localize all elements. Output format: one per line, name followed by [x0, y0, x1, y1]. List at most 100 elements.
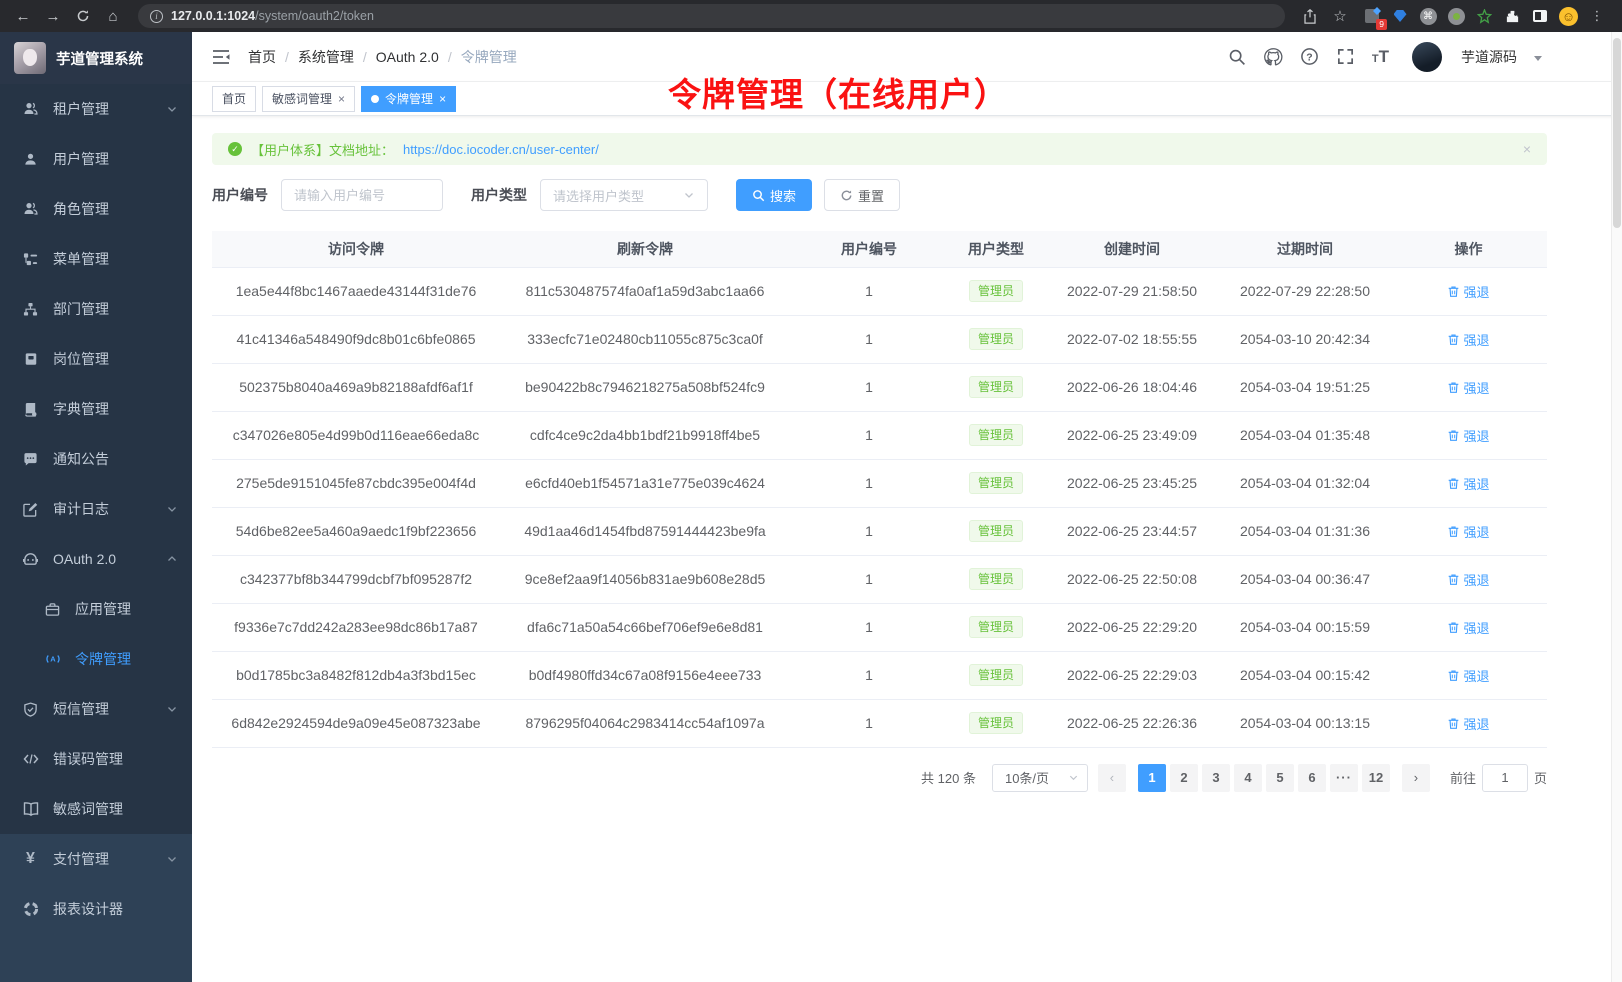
cell-expires: 2054-03-04 01:32:04: [1220, 459, 1390, 507]
force-logout-button[interactable]: 强退: [1447, 474, 1489, 493]
close-icon[interactable]: ×: [338, 92, 345, 106]
extension-record-icon[interactable]: [1447, 7, 1465, 25]
side-panel-icon[interactable]: [1531, 7, 1549, 25]
force-logout-button[interactable]: 强退: [1447, 330, 1489, 349]
force-logout-button[interactable]: 强退: [1447, 618, 1489, 637]
extensions-puzzle-icon[interactable]: [1503, 7, 1521, 25]
breadcrumb-system[interactable]: 系统管理: [298, 47, 354, 67]
pager-page-1[interactable]: 1: [1138, 764, 1166, 792]
bookmark-star-icon[interactable]: ☆: [1327, 4, 1353, 28]
tab-token[interactable]: 令牌管理 ×: [361, 86, 456, 112]
close-icon[interactable]: ×: [439, 92, 446, 106]
browser-profile-avatar[interactable]: ☺: [1559, 7, 1578, 26]
browser-back-icon[interactable]: ←: [10, 4, 36, 28]
force-logout-button[interactable]: 强退: [1447, 426, 1489, 445]
sidebar-item-oauth[interactable]: OAuth 2.0: [0, 534, 192, 584]
sidebar-item-sensitive[interactable]: 敏感词管理: [0, 784, 192, 834]
username[interactable]: 芋道源码: [1461, 47, 1517, 67]
sidebar-item-menu[interactable]: 菜单管理: [0, 234, 192, 284]
breadcrumb-oauth[interactable]: OAuth 2.0: [376, 49, 439, 65]
pager-page-2[interactable]: 2: [1170, 764, 1198, 792]
sidebar-item-dict[interactable]: 字典管理: [0, 384, 192, 434]
extension-star-icon[interactable]: [1475, 7, 1493, 25]
search-button[interactable]: 搜索: [736, 179, 812, 211]
font-size-icon[interactable]: TT: [1372, 47, 1389, 67]
pager-prev[interactable]: ‹: [1098, 764, 1126, 792]
cell-actions: 强退: [1390, 411, 1547, 459]
sidebar: 芋道管理系统 租户管理 用户管理 角色管理 菜单管理 部门管理: [0, 32, 192, 982]
cell-user-id: 1: [790, 411, 948, 459]
sidebar-item-dept[interactable]: 部门管理: [0, 284, 192, 334]
sidebar-item-sms[interactable]: 短信管理: [0, 684, 192, 734]
help-icon[interactable]: ?: [1300, 47, 1319, 66]
address-bar[interactable]: i 127.0.0.1:1024/system/oauth2/token: [138, 4, 1285, 28]
user-type-badge: 管理员: [969, 712, 1023, 734]
pager-page-4[interactable]: 4: [1234, 764, 1262, 792]
tab-home[interactable]: 首页: [212, 86, 256, 112]
pager-pages: 123456···12: [1136, 764, 1392, 792]
sidebar-item-errcode[interactable]: 错误码管理: [0, 734, 192, 784]
active-dot-icon: [371, 95, 379, 103]
doc-alert: ✓ 【用户体系】文档地址： https://doc.iocoder.cn/use…: [212, 133, 1547, 165]
share-icon[interactable]: [1297, 4, 1323, 28]
force-logout-button[interactable]: 强退: [1447, 282, 1489, 301]
pager-ellipsis[interactable]: ···: [1330, 764, 1358, 792]
user-type-badge: 管理员: [969, 520, 1023, 542]
tab-sensitive-words[interactable]: 敏感词管理 ×: [262, 86, 355, 112]
pager-page-12[interactable]: 12: [1362, 764, 1390, 792]
cell-created: 2022-06-25 22:29:03: [1044, 651, 1220, 699]
cell-expires: 2054-03-04 00:36:47: [1220, 555, 1390, 603]
goto-page-input[interactable]: [1482, 764, 1528, 792]
user-type-select[interactable]: 请选择用户类型: [540, 179, 708, 211]
browser-home-icon[interactable]: ⌂: [100, 4, 126, 28]
sidebar-item-post[interactable]: 岗位管理: [0, 334, 192, 384]
trash-icon: [1447, 285, 1460, 298]
sidebar-fold-icon[interactable]: [208, 44, 234, 70]
pager-page-3[interactable]: 3: [1202, 764, 1230, 792]
github-icon[interactable]: [1263, 47, 1283, 67]
sidebar-item-role[interactable]: 角色管理: [0, 184, 192, 234]
doc-link[interactable]: https://doc.iocoder.cn/user-center/: [403, 142, 599, 157]
pager-page-5[interactable]: 5: [1266, 764, 1294, 792]
browser-reload-icon[interactable]: [70, 4, 96, 28]
pager-page-6[interactable]: 6: [1298, 764, 1326, 792]
force-logout-button[interactable]: 强退: [1447, 714, 1489, 733]
sidebar-item-pay[interactable]: ¥ 支付管理: [0, 834, 192, 884]
user-id-input[interactable]: [281, 179, 443, 211]
site-info-icon[interactable]: i: [150, 10, 163, 23]
search-icon[interactable]: [1228, 48, 1246, 66]
app-logo-row[interactable]: 芋道管理系统: [0, 32, 192, 84]
extension-gem-icon[interactable]: [1391, 7, 1409, 25]
sidebar-item-tenant[interactable]: 租户管理: [0, 84, 192, 134]
sidebar-item-report[interactable]: 报表设计器: [0, 884, 192, 934]
sidebar-item-oauth-app[interactable]: 应用管理: [0, 584, 192, 634]
page-content: ✓ 【用户体系】文档地址： https://doc.iocoder.cn/use…: [192, 116, 1622, 792]
browser-menu-icon[interactable]: ⋮: [1588, 7, 1606, 25]
user-menu-caret-icon[interactable]: [1534, 56, 1542, 61]
user-type-badge: 管理员: [969, 568, 1023, 590]
chevron-down-icon: [166, 853, 178, 865]
cell-created: 2022-06-25 22:26:36: [1044, 699, 1220, 747]
page-size-select[interactable]: 10条/页: [992, 764, 1088, 792]
scrollbar[interactable]: [1611, 32, 1622, 982]
scrollbar-thumb[interactable]: [1613, 38, 1621, 228]
force-logout-button[interactable]: 强退: [1447, 378, 1489, 397]
table-row: 1ea5e44f8bc1467aaede43144f31de76 811c530…: [212, 267, 1547, 315]
user-avatar[interactable]: [1412, 42, 1442, 72]
force-logout-button[interactable]: 强退: [1447, 522, 1489, 541]
fullscreen-icon[interactable]: [1336, 47, 1355, 66]
browser-forward-icon[interactable]: →: [40, 4, 66, 28]
force-logout-button[interactable]: 强退: [1447, 570, 1489, 589]
sidebar-item-user[interactable]: 用户管理: [0, 134, 192, 184]
force-logout-button[interactable]: 强退: [1447, 666, 1489, 685]
extension-command-icon[interactable]: ⌘: [1419, 7, 1437, 25]
reset-button[interactable]: 重置: [824, 179, 900, 211]
extension-grid-icon[interactable]: 9: [1363, 7, 1381, 25]
sidebar-item-oauth-token[interactable]: A 令牌管理: [0, 634, 192, 684]
sidebar-item-audit[interactable]: 审计日志: [0, 484, 192, 534]
alert-close-icon[interactable]: ×: [1523, 141, 1531, 157]
breadcrumb-home[interactable]: 首页: [248, 47, 276, 67]
badge-icon: [22, 351, 39, 368]
pager-next[interactable]: ›: [1402, 764, 1430, 792]
sidebar-item-notice[interactable]: 通知公告: [0, 434, 192, 484]
